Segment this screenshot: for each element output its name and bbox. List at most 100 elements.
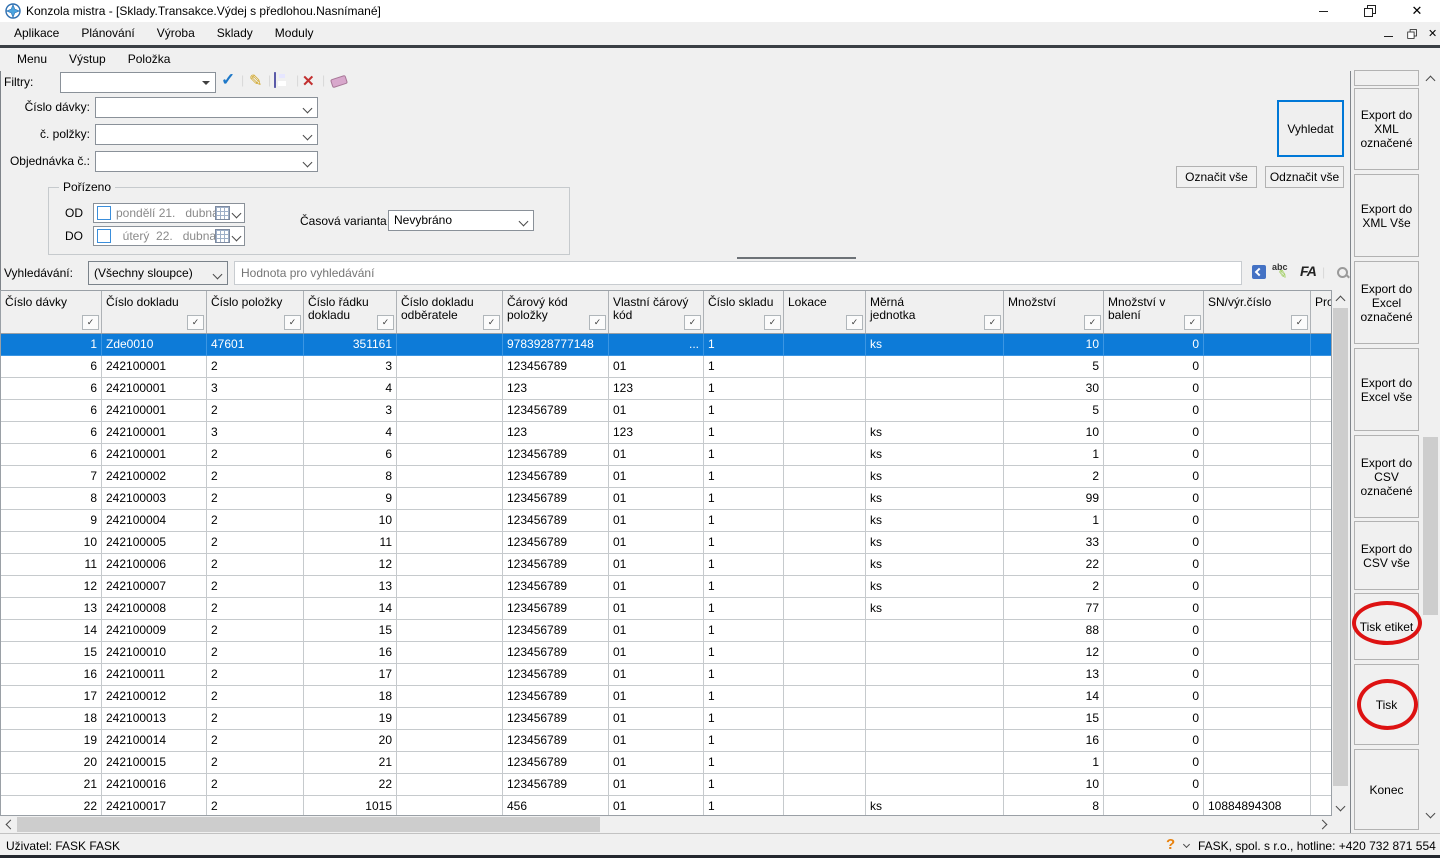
filter-preset-combobox[interactable] [60,72,216,93]
grid-vertical-scrollbar[interactable] [1332,290,1349,816]
scroll-down-button[interactable] [1332,799,1349,816]
menu-moduly[interactable]: Moduly [264,22,325,45]
column-filter-button[interactable]: ✓ [1291,315,1308,330]
delete-x-icon[interactable]: ✕ [302,72,315,90]
help-icon[interactable]: ? [1166,836,1175,853]
print-button[interactable]: Tisk [1354,664,1419,745]
search-button[interactable]: Vyhledat [1277,100,1344,157]
column-filter-button[interactable]: ✓ [483,315,500,330]
scrollbar-thumb[interactable] [17,817,600,832]
print-labels-button[interactable]: Tisk etiket [1354,593,1419,660]
scrollbar-thumb[interactable] [1333,308,1348,786]
chevron-down-icon[interactable] [232,231,242,241]
column-filter-button[interactable]: ✓ [1084,315,1101,330]
column-header[interactable]: Množství v balení✓ [1104,291,1204,333]
edit-pencil-icon[interactable]: ✎ [249,71,262,91]
menu-planovani[interactable]: Plánování [70,22,145,45]
scroll-up-button[interactable] [1332,290,1349,307]
column-filter-button[interactable]: ✓ [377,315,394,330]
table-row[interactable]: 15242100010216123456789011120 [1,642,1331,664]
table-row[interactable]: 1Zde0010476013511619783928777148...1ks10… [1,334,1331,356]
menu-vyroba[interactable]: Výroba [146,22,206,45]
menu-polozka[interactable]: Položka [117,48,182,71]
from-date-checkbox[interactable] [97,206,111,220]
export-excel-selected-button[interactable]: Export do Excel označené [1354,261,1419,344]
table-row[interactable]: 824210000329123456789011ks990 [1,488,1331,510]
table-row[interactable]: 62421000012312345678901150 [1,400,1331,422]
column-header[interactable]: Číslo položky✓ [207,291,304,333]
close-button[interactable]: ✕ [1402,1,1432,21]
search-input[interactable] [234,261,1242,285]
column-header[interactable]: SN/výr.číslo✓ [1204,291,1311,333]
grid-horizontal-scrollbar[interactable] [0,816,1332,833]
table-row[interactable]: 2224210001721015456011ks8010884894308 [1,796,1331,816]
eraser-icon[interactable] [330,75,348,89]
column-header[interactable]: Vlastní čárový kód✓ [609,291,704,333]
font-icon[interactable]: FA [1300,263,1316,279]
calendar-icon[interactable] [215,229,230,243]
chevron-down-icon[interactable] [232,208,242,218]
column-filter-button[interactable]: ✓ [984,315,1001,330]
scroll-down-button[interactable] [1422,806,1439,823]
table-row[interactable]: 19242100014220123456789011160 [1,730,1331,752]
table-row[interactable]: 17242100012218123456789011140 [1,686,1331,708]
column-filter-button[interactable]: ✓ [684,315,701,330]
table-row[interactable]: 21242100016222123456789011100 [1,774,1331,796]
menu-sklady[interactable]: Sklady [206,22,264,45]
to-date-checkbox[interactable] [97,229,111,243]
table-row[interactable]: 62421000012312345678901150 [1,356,1331,378]
column-filter-button[interactable]: ✓ [187,315,204,330]
column-header[interactable]: Prove [1311,291,1332,333]
table-row[interactable]: 16242100011217123456789011130 [1,664,1331,686]
export-excel-all-button[interactable]: Export do Excel vše [1354,348,1419,431]
undo-icon[interactable] [1252,265,1266,279]
scroll-up-button[interactable] [1422,70,1439,87]
column-header[interactable]: Číslo řádku dokladu✓ [304,291,397,333]
table-row[interactable]: 2024210001522112345678901110 [1,752,1331,774]
table-row[interactable]: 6242100001341231231300 [1,378,1331,400]
batch-number-combobox[interactable] [95,97,318,118]
column-filter-button[interactable]: ✓ [82,315,99,330]
side-panel-scrollbar[interactable] [1422,70,1439,823]
mdi-close-icon[interactable]: ✕ [1428,27,1437,40]
column-filter-button[interactable]: ✓ [284,315,301,330]
table-row[interactable]: 14242100009215123456789011880 [1,620,1331,642]
mdi-minimize-icon[interactable] [1384,30,1393,38]
select-all-button[interactable]: Označit vše [1176,166,1257,188]
column-header[interactable]: Čárový kód položky✓ [503,291,609,333]
column-header[interactable]: Číslo dávky✓ [1,291,102,333]
export-xml-selected-button[interactable]: Export do XML označené [1354,88,1419,170]
scrollbar-thumb[interactable] [1423,437,1438,615]
table-row[interactable]: 724210000228123456789011ks20 [1,466,1331,488]
minimize-button[interactable] [1308,1,1338,21]
table-row[interactable]: 10242100005211123456789011ks330 [1,532,1331,554]
column-filter-button[interactable]: ✓ [1184,315,1201,330]
menu-vystup[interactable]: Výstup [58,48,117,71]
chevron-down-icon[interactable] [1183,841,1190,848]
apply-filter-check-icon[interactable]: ✓ [221,70,235,90]
column-header[interactable]: Číslo dokladu odběratele✓ [397,291,503,333]
table-row[interactable]: 18242100013219123456789011150 [1,708,1331,730]
column-filter-button[interactable]: ✓ [589,315,606,330]
column-header[interactable]: Číslo skladu✓ [704,291,784,333]
to-date-picker[interactable]: úterý 22. dubna 2025 [93,226,245,246]
table-row[interactable]: 13242100008214123456789011ks770 [1,598,1331,620]
column-filter-button[interactable]: ✓ [764,315,781,330]
deselect-all-button[interactable]: Odznačit vše [1265,166,1344,188]
from-date-picker[interactable]: pondělí 21. dubna 2025 [93,203,245,223]
search-column-combobox[interactable]: (Všechny sloupce) [88,261,228,285]
mdi-restore-icon[interactable] [1407,29,1417,39]
order-number-combobox[interactable] [95,151,318,172]
column-header[interactable]: Číslo dokladu✓ [102,291,207,333]
table-row[interactable]: 12242100007213123456789011ks20 [1,576,1331,598]
save-icon[interactable] [274,72,276,88]
export-csv-selected-button[interactable]: Export do CSV označené [1354,435,1419,518]
export-xml-all-button[interactable]: Export do XML Vše [1354,174,1419,257]
calendar-icon[interactable] [215,206,230,220]
menu-aplikace[interactable]: Aplikace [3,22,70,45]
scroll-left-button[interactable] [0,816,17,833]
menu-menu[interactable]: Menu [6,48,58,71]
scroll-right-button[interactable] [1315,816,1332,833]
table-row[interactable]: 624210000126123456789011ks10 [1,444,1331,466]
item-number-combobox[interactable] [95,124,318,145]
